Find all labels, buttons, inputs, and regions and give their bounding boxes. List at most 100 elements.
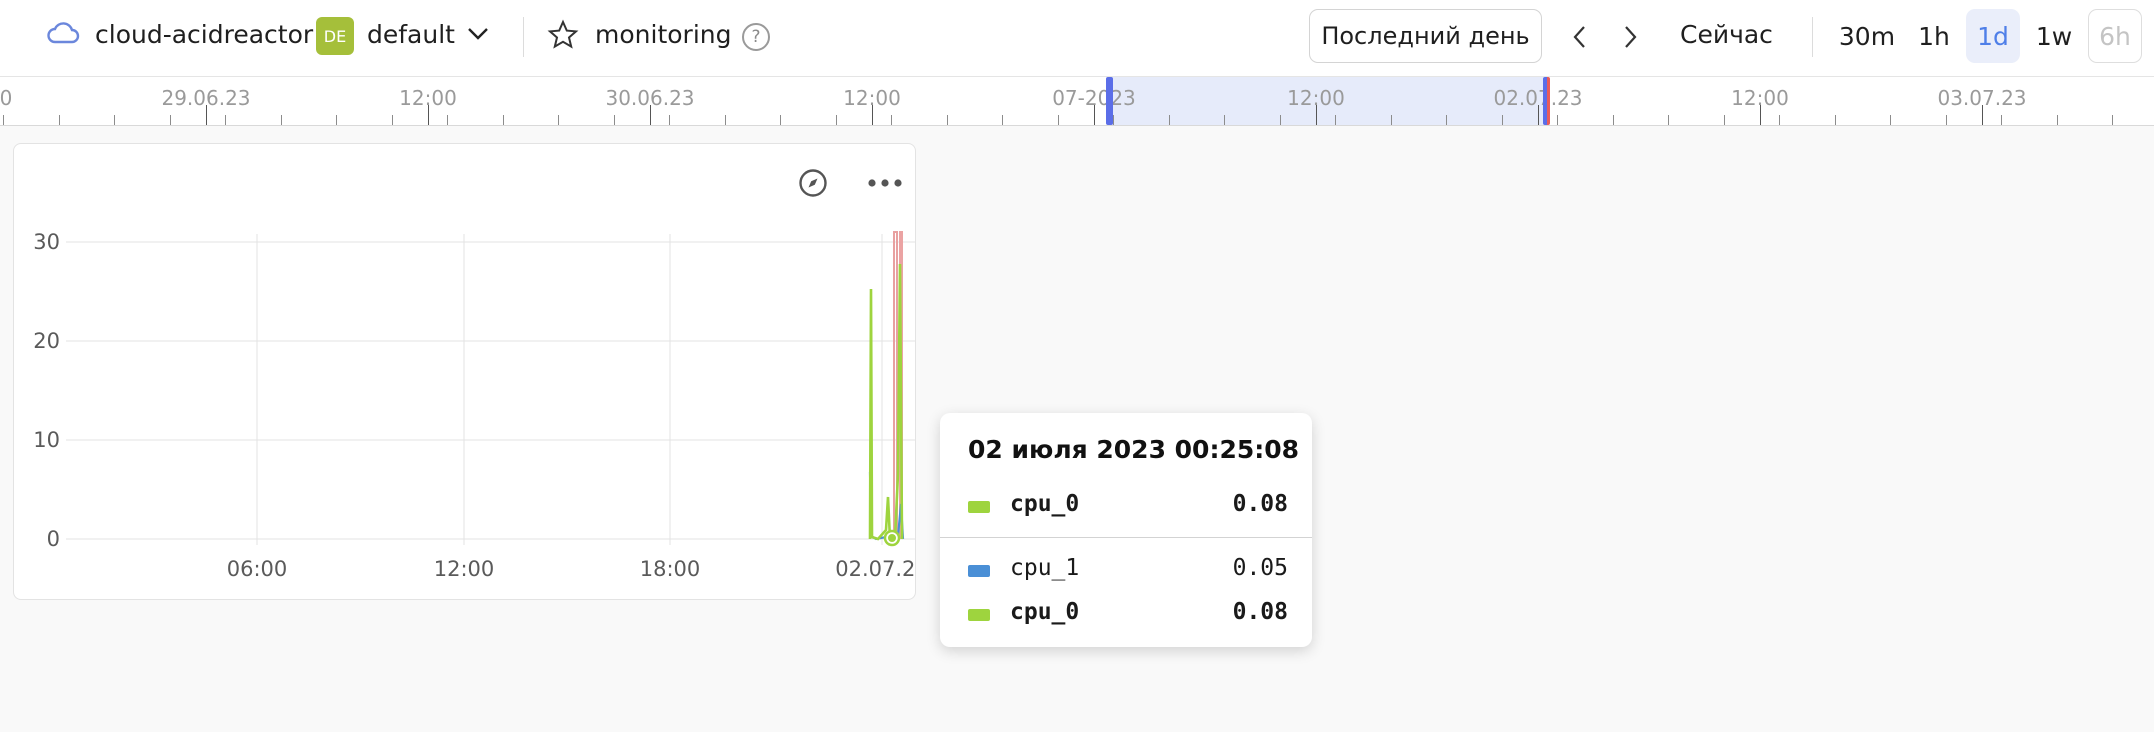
timeline-label: 0 [0,86,13,110]
help-icon[interactable]: ? [742,23,770,51]
line-chart[interactable]: 0 10 20 30 06:00 12:00 18:00 02.07.23 [14,144,916,600]
timeline-tick [1779,115,1780,125]
chevron-down-icon[interactable] [466,26,490,42]
timeline-tick [1335,115,1336,125]
x-tick-label: 06:00 [227,557,288,581]
x-tick-label: 02.07.23 [835,557,916,581]
cloud-name[interactable]: cloud-acidreactor [95,20,313,49]
timeline-tick [1446,115,1447,125]
timeline-tick [3,115,4,125]
timeline-tick [780,115,781,125]
tooltip-series-value: 0.08 [1232,491,1288,517]
chevron-left-icon[interactable] [1572,24,1588,50]
timeline-tick [2057,115,2058,125]
tooltip-series-name: cpu_1 [1010,555,1080,581]
range-30m-button[interactable]: 30m [1832,9,1902,63]
timeline-label: 12:00 [843,86,901,110]
chevron-right-icon[interactable] [1622,24,1638,50]
chart-panel: 0 10 20 30 06:00 12:00 18:00 02.07.23 [13,143,916,600]
timeline-tick [669,115,670,125]
series-swatch [968,609,990,621]
range-1w-button[interactable]: 1w [2024,9,2084,63]
timeline-tick [503,115,504,125]
timeline-tick [725,115,726,125]
timeline-tick [1169,115,1170,125]
timeline-label: 29.06.23 [161,86,251,110]
timeline-tick [225,115,226,125]
timeline-tick [59,115,60,125]
tooltip-series-value: 0.08 [1232,599,1288,625]
period-button[interactable]: Последний день [1309,9,1542,63]
series-swatch [968,565,990,577]
tooltip-divider [940,537,1312,538]
timeline-tick [1724,115,1725,125]
timeline-tick [1113,115,1114,125]
timeline-tick [447,115,448,125]
timeline-tick [1058,115,1059,125]
tooltip-series-name: cpu_0 [1010,599,1080,625]
star-icon[interactable] [547,19,579,51]
range-6h-button: 6h [2088,9,2142,63]
y-tick-label: 10 [33,428,60,452]
chart-tooltip: 02 июля 2023 00:25:08 cpu_0 0.08 cpu_1 0… [940,413,1312,647]
timeline-tick [2001,115,2002,125]
timeline-label: 12:00 [1287,86,1345,110]
timeline-tick [114,115,115,125]
range-1d-button[interactable]: 1d [1966,9,2020,63]
timeline-tick [1668,115,1669,125]
timeline-label: 02.07.23 [1493,86,1583,110]
timeline-tick [1002,115,1003,125]
series-swatch [968,501,990,513]
tooltip-highlight-row: cpu_0 0.08 [968,491,1288,523]
y-tick-label: 0 [47,527,60,551]
timeline-handle-right[interactable] [1543,77,1550,125]
timeline-tick [1557,115,1558,125]
timeline-tick [392,115,393,125]
top-bar: cloud-acidreactor DE default monitoring … [0,0,2154,77]
timeline-handle-left[interactable] [1106,77,1113,125]
folder-badge-label: DE [316,17,354,55]
help-label: ? [742,23,770,51]
now-button[interactable]: Сейчас [1680,20,1773,49]
timeline-label: 12:00 [1731,86,1789,110]
tooltip-title: 02 июля 2023 00:25:08 [968,435,1300,464]
timeline[interactable]: 0 29.06.23 12:00 30.06.23 12:00 07-2023 … [0,77,2154,126]
timeline-label: 03.07.23 [1937,86,2027,110]
timeline-tick [836,115,837,125]
timeline-tick [336,115,337,125]
divider [1812,17,1813,57]
timeline-tick [1890,115,1891,125]
timeline-label: 12:00 [399,86,457,110]
timeline-tick [891,115,892,125]
timeline-tick [1391,115,1392,125]
folder-badge: DE [316,17,354,55]
timeline-tick [281,115,282,125]
timeline-tick [1224,115,1225,125]
tooltip-row: cpu_0 0.08 [968,599,1288,631]
timeline-tick [2112,115,2113,125]
timeline-tick [1280,115,1281,125]
tooltip-series-name: cpu_0 [1010,491,1080,517]
x-tick-label: 12:00 [434,557,495,581]
timeline-label: 07-2023 [1052,86,1136,110]
timeline-tick [1946,115,1947,125]
divider [523,17,524,57]
timeline-tick [1502,115,1503,125]
x-tick-label: 18:00 [640,557,701,581]
y-tick-label: 30 [33,230,60,254]
service-name[interactable]: monitoring [595,20,731,49]
timeline-tick [947,115,948,125]
y-tick-label: 20 [33,329,60,353]
folder-name[interactable]: default [367,20,455,49]
timeline-label: 30.06.23 [605,86,695,110]
timeline-tick [1613,115,1614,125]
hover-point-core [888,534,896,542]
timeline-tick [170,115,171,125]
timeline-tick [614,115,615,125]
tooltip-row: cpu_1 0.05 [968,555,1288,587]
range-1h-button[interactable]: 1h [1906,9,1962,63]
timeline-tick [558,115,559,125]
cloud-icon [46,20,80,46]
tooltip-series-value: 0.05 [1232,555,1288,581]
timeline-tick [1835,115,1836,125]
